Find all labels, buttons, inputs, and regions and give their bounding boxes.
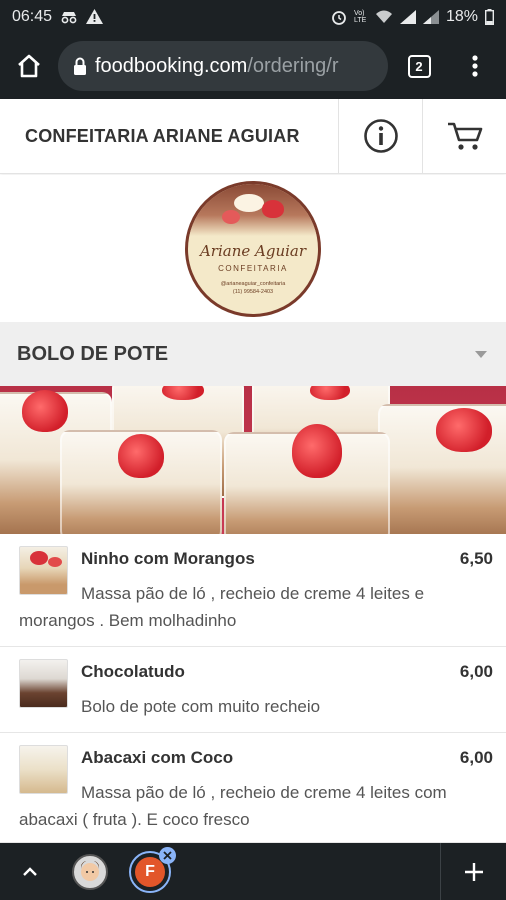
item-price: 6,50 bbox=[459, 549, 493, 568]
home-button[interactable] bbox=[0, 33, 58, 99]
volte-label: Vo) LTE bbox=[353, 9, 367, 24]
logo-strawberry bbox=[262, 199, 284, 218]
home-icon bbox=[18, 54, 40, 78]
item-price: 6,00 bbox=[459, 662, 493, 681]
battery-percent: 18% bbox=[445, 7, 478, 25]
info-icon bbox=[363, 119, 398, 153]
item-name: Abacaxi com Coco bbox=[81, 748, 234, 767]
logo-social-line1: @arianeaguiar_confeitaria bbox=[220, 280, 286, 287]
category-title: BOLO DE POTE bbox=[17, 342, 169, 365]
item-price: 6,00 bbox=[459, 748, 493, 767]
store-name: CONFEITARIA ARIANE AGUIAR bbox=[25, 125, 300, 146]
browser-menu-button[interactable] bbox=[450, 33, 500, 99]
close-tab-button[interactable] bbox=[159, 847, 176, 864]
chevron-up-icon bbox=[23, 866, 37, 876]
cart-icon bbox=[447, 122, 482, 150]
alarm-icon bbox=[331, 9, 347, 25]
item-name: Ninho com Morangos bbox=[81, 549, 255, 568]
menu-item[interactable]: Abacaxi com Coco 6,00 Massa pão de ló , … bbox=[0, 733, 506, 843]
store-header: CONFEITARIA ARIANE AGUIAR bbox=[0, 98, 506, 174]
tab-favicon bbox=[72, 853, 108, 890]
logo-cream bbox=[234, 193, 264, 212]
warning-icon bbox=[86, 9, 104, 24]
item-description: Massa pão de ló , recheio de creme 4 lei… bbox=[19, 783, 447, 829]
logo-strawberry-2 bbox=[222, 209, 240, 224]
expand-tabs-button[interactable] bbox=[0, 843, 60, 900]
banner-strawberry bbox=[436, 408, 492, 452]
banner-strawberry bbox=[118, 434, 164, 478]
tab-switcher-button[interactable]: 2 bbox=[388, 33, 450, 99]
incognito-icon bbox=[60, 10, 78, 24]
plus-icon bbox=[464, 862, 483, 881]
caret-down-icon bbox=[456, 350, 506, 358]
url-domain: foodbooking.com bbox=[95, 54, 248, 77]
menu-item[interactable]: Ninho com Morangos 6,50 Massa pão de ló … bbox=[0, 534, 506, 647]
logo-subtitle: CONFEITARIA bbox=[218, 263, 288, 273]
banner-strawberry bbox=[292, 424, 342, 478]
logo-social-line2: (11) 99584-2403 bbox=[232, 288, 274, 295]
close-icon bbox=[163, 851, 172, 860]
category-banner-image bbox=[0, 386, 506, 534]
status-time: 06:45 bbox=[12, 7, 53, 25]
info-button[interactable] bbox=[338, 98, 422, 174]
new-tab-button[interactable] bbox=[440, 843, 506, 900]
status-bar: 06:45 Vo) LTE 18% bbox=[0, 0, 506, 33]
category-header[interactable]: BOLO DE POTE bbox=[0, 322, 506, 386]
tab-count: 2 bbox=[407, 54, 431, 78]
store-logo: Ariane Aguiar CONFEITARIA @arianeaguiar_… bbox=[185, 180, 321, 317]
battery-icon bbox=[485, 8, 494, 25]
tab-thumbnail[interactable] bbox=[60, 843, 120, 900]
logo-script-text: Ariane Aguiar bbox=[199, 241, 307, 260]
browser-bottom-bar: F bbox=[0, 843, 506, 900]
tab-thumbnail-active[interactable]: F bbox=[120, 843, 180, 900]
item-description: Bolo de pote com muito recheio bbox=[81, 697, 321, 716]
logo-social: @arianeaguiar_confeitaria (11) 99584-240… bbox=[188, 280, 318, 296]
browser-toolbar: foodbooking.com/ordering/r 2 bbox=[0, 33, 506, 99]
cart-button[interactable] bbox=[422, 98, 506, 174]
signal-icon-2 bbox=[422, 9, 439, 24]
url-path: /ordering/r bbox=[247, 54, 339, 77]
banner-strawberry bbox=[22, 390, 68, 432]
lock-icon bbox=[73, 57, 87, 75]
item-description: Massa pão de ló , recheio de creme 4 lei… bbox=[19, 584, 425, 630]
signal-icon bbox=[399, 9, 416, 24]
more-vert-icon bbox=[472, 55, 478, 77]
item-name: Chocolatudo bbox=[81, 662, 185, 681]
address-bar[interactable]: foodbooking.com/ordering/r bbox=[58, 41, 388, 91]
wifi-icon bbox=[375, 10, 393, 24]
logo-area: Ariane Aguiar CONFEITARIA @arianeaguiar_… bbox=[0, 175, 506, 322]
menu-item[interactable]: Chocolatudo 6,00 Bolo de pote com muito … bbox=[0, 647, 506, 733]
